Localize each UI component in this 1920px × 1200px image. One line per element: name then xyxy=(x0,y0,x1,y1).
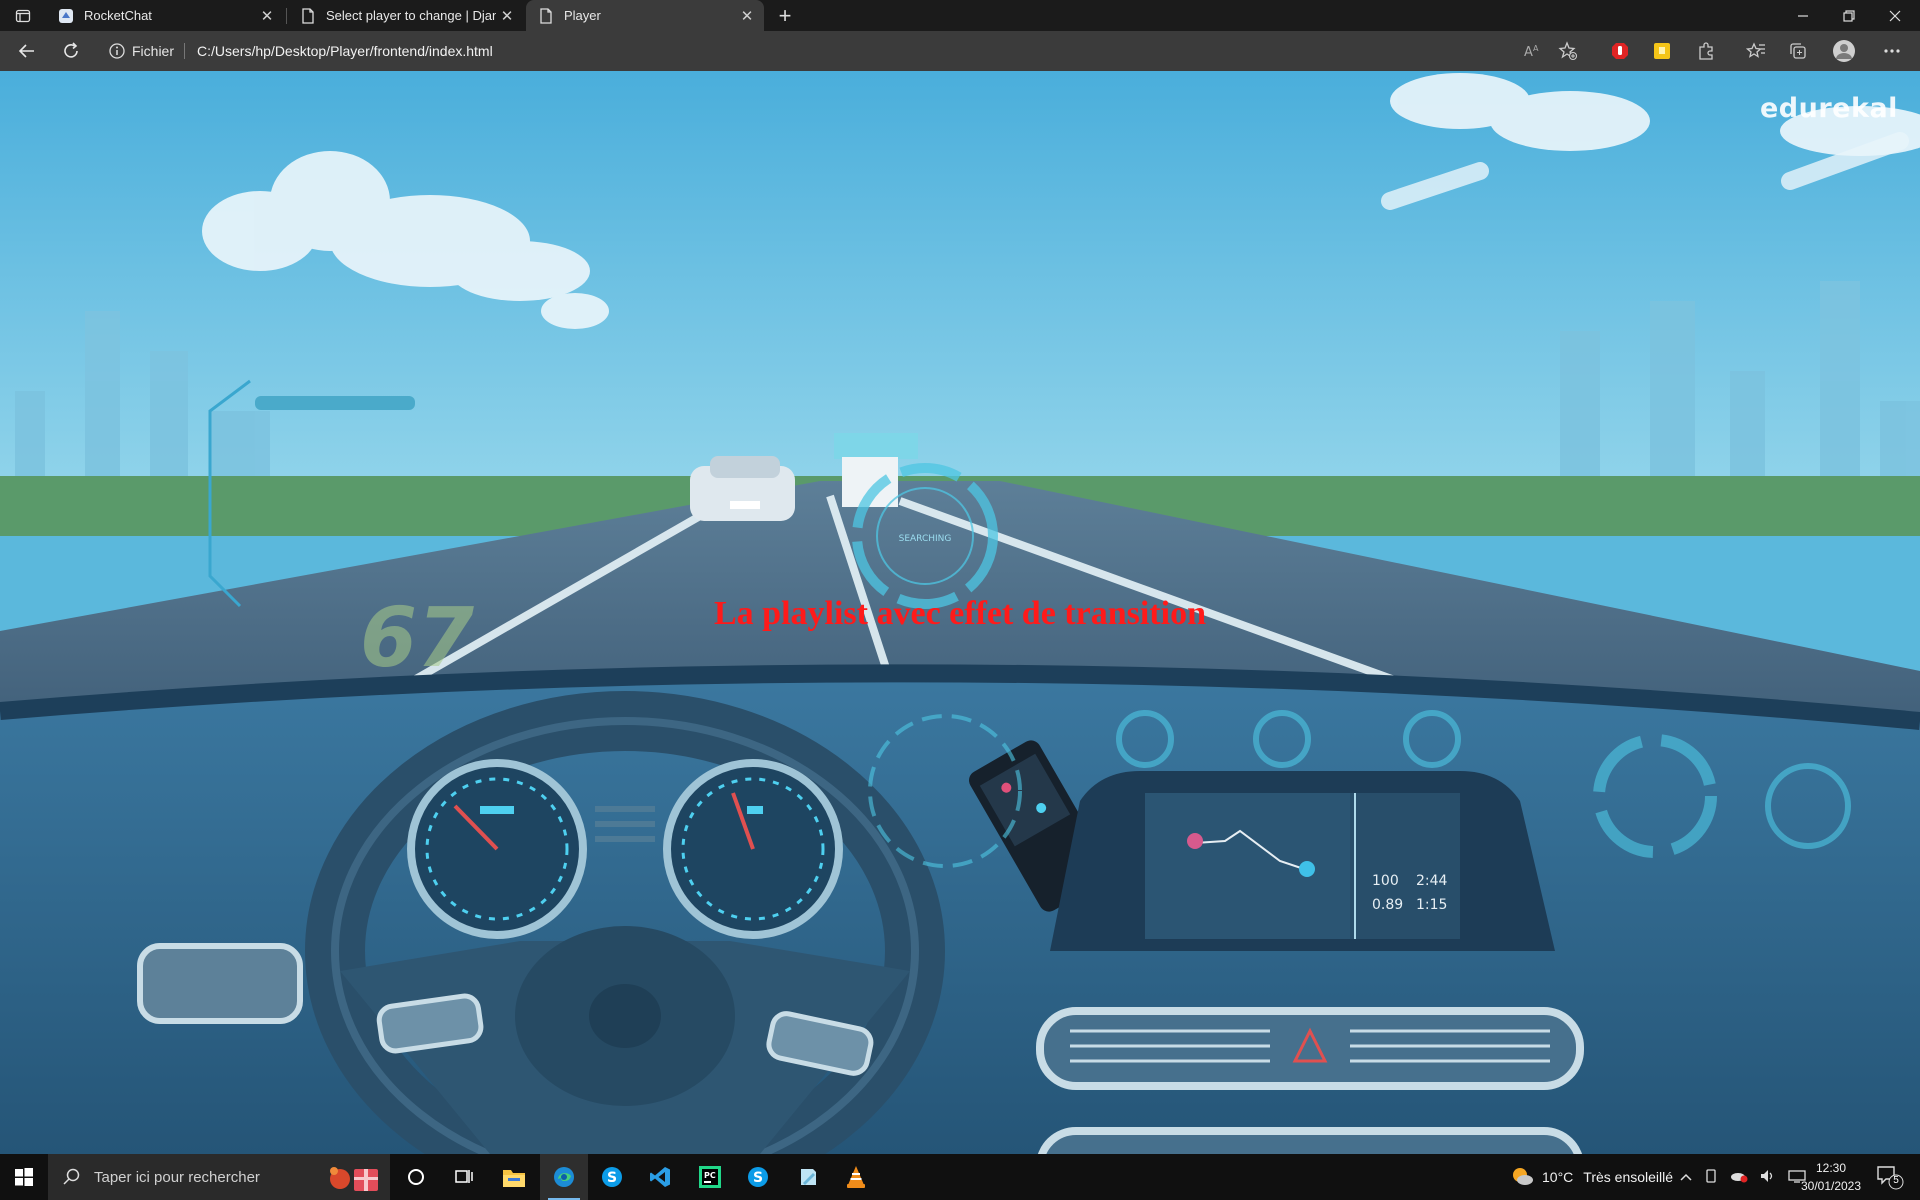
svg-text:PC: PC xyxy=(704,1171,716,1180)
file-explorer-icon[interactable] xyxy=(490,1154,538,1200)
notification-center-icon[interactable]: 5 xyxy=(1876,1164,1904,1190)
tab-actions-icon[interactable] xyxy=(10,6,36,26)
new-tab-button[interactable]: + xyxy=(772,3,798,29)
vscode-icon[interactable] xyxy=(636,1154,684,1200)
weather-widget[interactable]: 10°C Très ensoleillé xyxy=(1510,1154,1673,1200)
skype-icon-2[interactable]: S xyxy=(734,1154,782,1200)
extension-yellow-icon[interactable] xyxy=(1650,39,1674,63)
more-icon[interactable] xyxy=(1880,39,1904,63)
tab-django-admin[interactable]: Select player to change | Django ✕ xyxy=(288,0,524,31)
cortana-icon[interactable] xyxy=(392,1154,440,1200)
address-bar[interactable]: Fichier C:/Users/hp/Desktop/Player/front… xyxy=(108,36,1586,66)
close-tab-icon[interactable]: ✕ xyxy=(736,5,758,27)
radar-text: SEARCHING xyxy=(899,534,952,544)
close-tab-icon[interactable]: ✕ xyxy=(496,5,518,27)
readout-distance: 0.89 xyxy=(1372,897,1403,913)
windows-start-icon[interactable] xyxy=(0,1154,48,1200)
read-aloud-icon[interactable]: AA xyxy=(1520,39,1544,63)
skype-icon[interactable]: S xyxy=(588,1154,636,1200)
profile-icon[interactable] xyxy=(1832,39,1856,63)
favorites-icon[interactable] xyxy=(1744,39,1768,63)
tab-player[interactable]: Player ✕ xyxy=(526,0,764,31)
infotainment-screen-shape xyxy=(1050,771,1555,951)
windows-taskbar: Taper ici pour rechercher S PC S 10°C Tr… xyxy=(0,1154,1920,1200)
notification-count: 5 xyxy=(1893,1175,1899,1186)
browser-tab-strip: RocketChat ✕ Select player to change | D… xyxy=(0,0,1920,31)
extensions-icon[interactable] xyxy=(1694,39,1718,63)
readout-time-1: 2:44 xyxy=(1416,873,1448,889)
readout-speed: 100 xyxy=(1372,873,1399,889)
weather-condition: Très ensoleillé xyxy=(1583,1169,1674,1185)
notepad-icon[interactable] xyxy=(784,1154,832,1200)
device-icon[interactable] xyxy=(1704,1168,1718,1186)
tab-title: RocketChat xyxy=(84,8,152,23)
minimize-icon[interactable] xyxy=(1780,0,1826,31)
search-highlight-icon[interactable] xyxy=(320,1161,384,1193)
adblock-icon[interactable] xyxy=(1608,39,1632,63)
url-text[interactable]: C:/Users/hp/Desktop/Player/frontend/inde… xyxy=(197,43,493,59)
system-tray xyxy=(1680,1154,1806,1200)
tab-title: Select player to change | Django xyxy=(326,8,496,23)
edge-icon[interactable] xyxy=(540,1154,588,1200)
taskbar-search-input[interactable]: Taper ici pour rechercher xyxy=(48,1154,390,1200)
pycharm-icon[interactable]: PC xyxy=(686,1154,734,1200)
restore-icon[interactable] xyxy=(1826,0,1872,31)
page-icon xyxy=(538,7,554,24)
close-tab-icon[interactable]: ✕ xyxy=(256,5,278,27)
clock-date: 30/01/2023 xyxy=(1800,1179,1862,1193)
collections-icon[interactable] xyxy=(1786,39,1810,63)
page-heading: La playlist avec effet de transition xyxy=(714,595,1206,632)
weather-temp: 10°C xyxy=(1542,1169,1574,1185)
search-placeholder: Taper ici pour rechercher xyxy=(94,1168,260,1186)
refresh-icon[interactable] xyxy=(56,37,86,65)
page-icon xyxy=(300,7,316,24)
video-watermark: edurekal xyxy=(1760,93,1898,124)
tab-separator xyxy=(286,8,287,24)
back-arrow-icon[interactable] xyxy=(12,37,42,65)
weather-sun-icon xyxy=(1510,1165,1534,1190)
svg-text:S: S xyxy=(753,1170,763,1186)
vlc-icon[interactable] xyxy=(832,1154,880,1200)
readout-time-2: 1:15 xyxy=(1416,897,1447,913)
taskbar-clock[interactable]: 12:30 30/01/2023 xyxy=(1796,1159,1866,1195)
rocketchat-icon xyxy=(58,8,74,24)
close-window-icon[interactable] xyxy=(1872,0,1918,31)
task-view-icon[interactable] xyxy=(440,1154,488,1200)
svg-text:S: S xyxy=(607,1170,617,1186)
svg-text:A: A xyxy=(1524,45,1533,60)
page-viewport: SEARCHING 67 100 2:44 0.89 1:15 edurekal… xyxy=(0,71,1920,1154)
tab-rocketchat[interactable]: RocketChat ✕ xyxy=(46,0,284,31)
gauge-left-shape xyxy=(407,759,587,939)
scheme-label: Fichier xyxy=(132,43,175,59)
tab-title: Player xyxy=(564,8,601,23)
gauge-right-shape xyxy=(663,759,843,939)
add-favorite-icon[interactable] xyxy=(1556,39,1580,63)
address-divider xyxy=(184,43,186,59)
search-icon xyxy=(62,1167,82,1187)
info-icon[interactable] xyxy=(108,42,126,60)
clock-time: 12:30 xyxy=(1815,1161,1847,1175)
chevron-up-icon[interactable] xyxy=(1680,1169,1692,1185)
onedrive-error-icon[interactable] xyxy=(1730,1169,1748,1186)
volume-icon[interactable] xyxy=(1760,1169,1776,1186)
svg-text:A: A xyxy=(1533,44,1539,53)
browser-toolbar: Fichier C:/Users/hp/Desktop/Player/front… xyxy=(0,31,1920,71)
